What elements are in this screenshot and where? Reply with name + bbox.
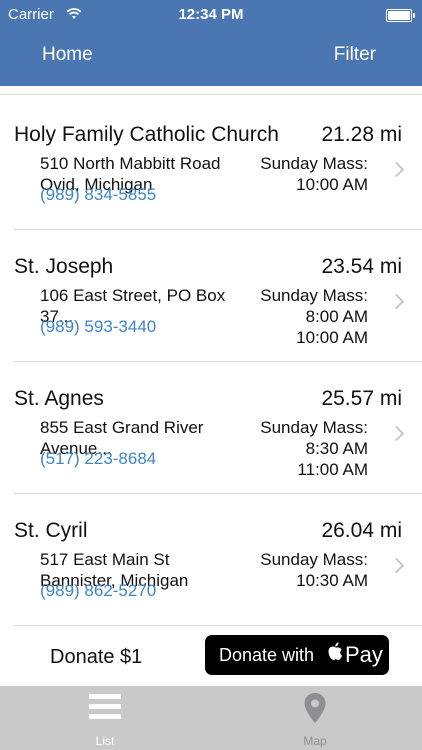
- donate-bar: Donate $1 Donate with Pay: [0, 626, 422, 686]
- chevron-right-icon: [388, 425, 405, 442]
- mass-time: 10:30 AM: [296, 571, 368, 590]
- church-distance: 26.04 mi: [321, 519, 402, 542]
- church-distance: 25.57 mi: [321, 387, 402, 410]
- mass-label: Sunday Mass:: [260, 154, 368, 173]
- address-line-1: 106 East Street, PO Box: [40, 286, 226, 305]
- status-bar: Carrier 12:34 PM: [0, 0, 422, 30]
- mass-times: Sunday Mass: 10:00 AM: [260, 153, 368, 195]
- mass-times: Sunday Mass: 10:30 AM: [260, 549, 368, 591]
- church-name: St. Agnes: [14, 387, 104, 410]
- tab-bar: List Map: [0, 686, 422, 750]
- phone-link[interactable]: (989) 862-5270: [40, 581, 156, 601]
- address-line-1: 510 North Mabbitt Road: [40, 154, 221, 173]
- church-distance: 23.54 mi: [321, 255, 402, 278]
- address-line-1: 517 East Main St: [40, 550, 170, 569]
- church-row[interactable]: St. Cyril 26.04 mi 517 East Main St Bann…: [0, 494, 422, 626]
- phone-link[interactable]: (989) 834-5855: [40, 185, 156, 205]
- filter-button[interactable]: Filter: [334, 44, 376, 66]
- mass-time: 8:00 AM: [305, 307, 368, 326]
- chevron-right-icon: [388, 293, 405, 310]
- church-row[interactable]: Holy Family Catholic Church 21.28 mi 510…: [0, 98, 422, 230]
- donate-label: Donate $1: [50, 646, 143, 668]
- clock: 12:34 PM: [178, 6, 244, 23]
- list-top-divider: [0, 94, 422, 95]
- apple-pay-text: Donate with: [219, 645, 315, 665]
- tab-map[interactable]: Map: [255, 686, 375, 750]
- church-name: St. Joseph: [14, 255, 114, 278]
- mass-label: Sunday Mass:: [260, 550, 368, 569]
- mass-label: Sunday Mass:: [260, 418, 368, 437]
- mass-time: 10:00 AM: [296, 175, 368, 194]
- map-pin-icon: [303, 692, 327, 729]
- church-row[interactable]: St. Joseph 23.54 mi 106 East Street, PO …: [0, 230, 422, 362]
- list-icon: [89, 694, 121, 720]
- mass-label: Sunday Mass:: [260, 286, 368, 305]
- apple-pay-button[interactable]: Donate with Pay: [205, 635, 389, 675]
- church-name: Holy Family Catholic Church: [14, 123, 279, 146]
- navigation-header: Carrier 12:34 PM Home Filter: [0, 0, 422, 86]
- church-row[interactable]: St. Agnes 25.57 mi 855 East Grand River …: [0, 362, 422, 494]
- tab-list[interactable]: List: [45, 686, 165, 750]
- mass-time: 11:00 AM: [297, 460, 368, 479]
- chevron-right-icon: [388, 161, 405, 178]
- tab-list-label: List: [95, 734, 115, 748]
- tab-map-label: Map: [303, 734, 327, 748]
- battery-icon: [386, 9, 415, 22]
- mass-times: Sunday Mass: 8:00 AM 10:00 AM: [260, 285, 368, 348]
- church-name: St. Cyril: [14, 519, 88, 542]
- home-button[interactable]: Home: [42, 44, 93, 66]
- church-distance: 21.28 mi: [321, 123, 402, 146]
- mass-time: 10:00 AM: [296, 328, 368, 347]
- address-line-1: 855 East Grand River: [40, 418, 204, 437]
- mass-time: 8:30 AM: [305, 439, 368, 458]
- phone-link[interactable]: (517) 223-8684: [40, 449, 156, 469]
- apple-pay-brand: Pay: [345, 642, 383, 667]
- phone-link[interactable]: (989) 593-3440: [40, 317, 156, 337]
- chevron-right-icon: [388, 557, 405, 574]
- apple-logo-icon: [327, 641, 343, 666]
- mass-times: Sunday Mass: 8:30 AM 11:00 AM: [260, 417, 368, 480]
